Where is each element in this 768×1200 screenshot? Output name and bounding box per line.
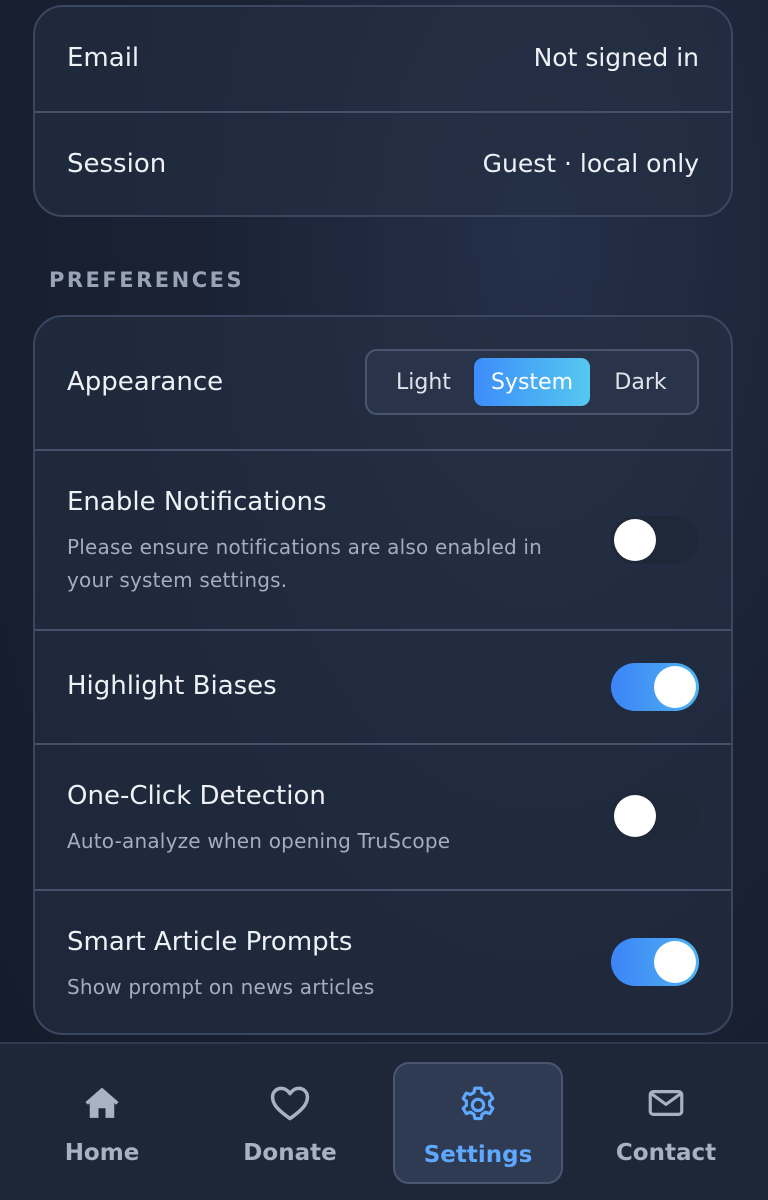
appearance-option-dark[interactable]: Dark bbox=[590, 358, 691, 406]
highlight-biases-row: Highlight Biases bbox=[35, 631, 731, 743]
appearance-label: Appearance bbox=[67, 367, 224, 397]
account-card: Email Not signed in Session Guest · loca… bbox=[33, 5, 733, 217]
notifications-toggle[interactable] bbox=[611, 516, 699, 564]
one-click-label: One-Click Detection bbox=[67, 781, 326, 811]
one-click-row: One-Click Detection Auto-analyze when op… bbox=[35, 745, 731, 889]
toggle-knob bbox=[654, 941, 696, 983]
appearance-segmented-control: Light System Dark bbox=[365, 349, 699, 415]
nav-label-contact: Contact bbox=[615, 1140, 717, 1166]
toggle-knob bbox=[614, 519, 656, 561]
nav-item-home[interactable]: Home bbox=[17, 1062, 187, 1184]
smart-prompts-description: Show prompt on news articles bbox=[67, 975, 375, 999]
smart-prompts-toggle[interactable] bbox=[611, 938, 699, 986]
email-value: Not signed in bbox=[533, 43, 699, 72]
nav-label-donate: Donate bbox=[243, 1140, 337, 1166]
toggle-knob bbox=[654, 666, 696, 708]
session-row: Session Guest · local only bbox=[35, 113, 731, 215]
session-label: Session bbox=[67, 149, 167, 179]
one-click-description: Auto-analyze when opening TruScope bbox=[67, 829, 451, 853]
preferences-heading: PREFERENCES bbox=[49, 268, 245, 292]
nav-label-home: Home bbox=[64, 1140, 140, 1166]
notifications-label: Enable Notifications bbox=[67, 487, 327, 517]
mail-icon bbox=[643, 1080, 689, 1126]
home-icon bbox=[79, 1080, 125, 1126]
appearance-row: Appearance Light System Dark bbox=[35, 317, 731, 449]
nav-item-contact[interactable]: Contact bbox=[581, 1062, 751, 1184]
notifications-row: Enable Notifications Please ensure notif… bbox=[35, 451, 731, 629]
highlight-biases-toggle[interactable] bbox=[611, 663, 699, 711]
toggle-knob bbox=[614, 795, 656, 837]
notifications-description: Please ensure notifications are also ena… bbox=[67, 535, 543, 592]
preferences-card: Appearance Light System Dark Enable Noti… bbox=[33, 315, 733, 1035]
smart-prompts-label: Smart Article Prompts bbox=[67, 927, 353, 957]
nav-label-settings: Settings bbox=[423, 1142, 533, 1168]
email-label: Email bbox=[67, 43, 140, 73]
email-row: Email Not signed in bbox=[35, 7, 731, 112]
nav-item-settings[interactable]: Settings bbox=[393, 1062, 563, 1184]
appearance-option-system[interactable]: System bbox=[473, 358, 591, 406]
nav-item-donate[interactable]: Donate bbox=[205, 1062, 375, 1184]
heart-icon bbox=[267, 1080, 313, 1126]
session-value: Guest · local only bbox=[482, 149, 699, 178]
appearance-option-light[interactable]: Light bbox=[373, 358, 474, 406]
gear-icon bbox=[455, 1082, 501, 1128]
smart-prompts-row: Smart Article Prompts Show prompt on new… bbox=[35, 891, 731, 1033]
bottom-nav: Home Donate Settings Contact bbox=[0, 1042, 768, 1200]
highlight-biases-label: Highlight Biases bbox=[67, 671, 277, 701]
one-click-toggle[interactable] bbox=[611, 792, 699, 840]
